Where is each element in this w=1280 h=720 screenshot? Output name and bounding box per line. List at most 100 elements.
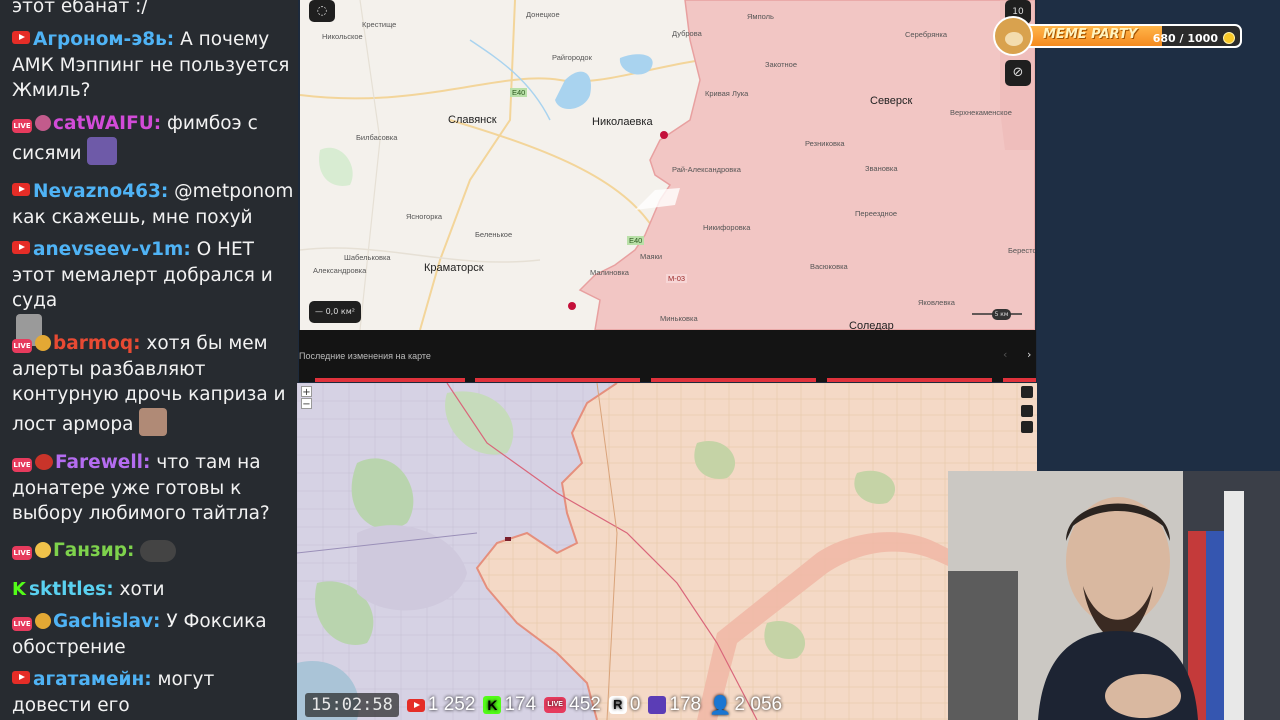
village-label: Александровка (313, 266, 367, 275)
sticker-icon (87, 136, 118, 165)
chat-message: Nevazno463: @metponom как скажешь, мне п… (12, 179, 294, 230)
zoom-in-button[interactable]: + (301, 386, 312, 398)
total-count: 2 056 (734, 694, 783, 715)
fullscreen-icon[interactable] (1021, 421, 1033, 433)
road-label: E40 (627, 236, 645, 245)
chat-author: Ганзир: (53, 540, 135, 561)
map-canvas (297, 383, 1037, 720)
village-label: Крестище (362, 20, 397, 29)
avatar-emoji-icon (35, 542, 51, 558)
chat-author: anevseev-v1m: (33, 239, 191, 260)
village-label: Верхнекаменское (950, 108, 1012, 117)
village-label: Закотное (765, 60, 797, 69)
trovo-count: 178 (669, 694, 702, 715)
recent-change-card[interactable] (315, 378, 465, 382)
chat-author: catWAIFU: (53, 113, 162, 134)
city-label: Северск (870, 95, 913, 107)
trovo-icon (648, 696, 667, 714)
village-label: Яковлевка (918, 298, 955, 307)
rutube-icon: R (608, 696, 627, 714)
total-viewers: 👤 2 056 (709, 694, 782, 716)
kick-icon: K (483, 696, 502, 714)
village-label: Васюковка (810, 262, 848, 271)
village-label: Рай-Александровка (672, 165, 741, 174)
village-label: Малиновка (590, 268, 629, 277)
village-label: Маяки (640, 252, 663, 261)
village-label: Ясногорка (406, 212, 443, 221)
chat-author: Агроном-э8ь: (33, 29, 175, 50)
eyes-emote-icon (140, 540, 177, 562)
webcam-feed (948, 471, 1280, 720)
coin-icon (1223, 32, 1235, 44)
chat-message: LIVE Farewell: что там на донатере уже го… (12, 450, 294, 527)
city-label: Краматорск (424, 262, 484, 274)
next-arrow-icon[interactable]: › (1027, 348, 1031, 361)
chat-message: Ksktltles: хоти (12, 577, 294, 603)
meme-party-title: MEME PARTY (1043, 27, 1138, 42)
recent-change-card[interactable] (827, 378, 992, 382)
chat-message-text: этот ебанат :/ (12, 0, 148, 17)
ruler-icon[interactable] (1021, 405, 1033, 417)
youtube-icon (12, 183, 30, 196)
zoom-out-button[interactable]: − (301, 398, 312, 410)
stream-clock: 15:02:58 (305, 693, 399, 717)
chat-message: LIVE catWAIFU: фимбоэ с сисями (12, 111, 294, 166)
recent-changes-bar: Последние изменения на карте ‹ › (299, 330, 1036, 382)
chat-author: sktltles: (28, 579, 114, 600)
layers-button[interactable]: ◌ (309, 0, 335, 22)
youtube-icon (12, 671, 30, 684)
village-label: Билбасовка (356, 133, 398, 142)
chat-message: этот ебанат :/ (12, 0, 294, 20)
recent-change-card[interactable] (475, 378, 640, 382)
chat-message: LIVE barmoq: хотя бы мем алерты разбавляю… (12, 331, 294, 437)
road-label: M-03 (666, 274, 688, 283)
detailed-map[interactable]: + − (297, 383, 1037, 720)
village-label: Серебрянка (905, 30, 948, 39)
village-label: Райгородок (552, 53, 592, 62)
recent-changes-label: Последние изменения на карте (299, 351, 431, 361)
youtube-icon (406, 698, 425, 712)
avatar-emoji-icon (35, 613, 51, 629)
rutube-viewers: R0 (608, 694, 640, 716)
chat-message: Агроном-э8ь: А почему АМК Мэппинг не пол… (12, 27, 294, 104)
area-measure-button[interactable]: — 0,0 км² (309, 301, 361, 323)
vk-live-icon: LIVE (12, 546, 32, 560)
chat-author: barmoq: (53, 333, 141, 354)
stream-overlay: этот ебанат :/ Агроном-э8ь: А почему АМК… (0, 0, 1280, 720)
map-tool-icon[interactable] (1021, 386, 1033, 398)
avatar-emoji-icon (35, 335, 51, 351)
chat-author: Gachislav: (53, 611, 161, 632)
village-label: Звановка (865, 164, 898, 173)
vk-live-icon: LIVE (544, 697, 567, 713)
village-label: Шабельковка (344, 253, 391, 262)
chat-author: Nevazno463: (33, 181, 169, 202)
kick-count: 174 (504, 694, 537, 715)
village-label: Ямполь (747, 12, 774, 21)
youtube-viewers: 1 252 (406, 694, 475, 716)
road-label: E40 (510, 88, 528, 97)
compass-button[interactable]: ⊘ (1005, 60, 1031, 86)
kick-viewers: K 174 (483, 694, 536, 716)
recent-change-card[interactable] (1003, 378, 1036, 382)
village-label: Беленькое (475, 230, 513, 239)
recent-change-card[interactable] (651, 378, 816, 382)
avatar-emoji-icon (35, 115, 51, 131)
chat-author: агатамейн: (33, 669, 152, 690)
vk-viewers: LIVE 452 (544, 694, 601, 716)
viewer-stats-bar: 15:02:58 1 252 K 174 LIVE 452 R0 178 👤 2 05… (305, 691, 782, 719)
youtube-icon (12, 241, 30, 254)
chat-panel: этот ебанат :/ Агроном-э8ь: А почему АМК… (0, 0, 298, 720)
deepstate-map[interactable]: Славянск Николаевка Краматорск Северск С… (300, 0, 1035, 330)
youtube-icon (12, 31, 30, 44)
area-label: 0,0 км² (325, 307, 355, 316)
chat-message: LIVE Gachislav: У Фоксика обострение (12, 609, 294, 660)
village-label: Дуброва (672, 29, 702, 38)
meme-party-score: 680 / 1000 (1152, 32, 1218, 45)
person-icon: 👤 (709, 694, 732, 715)
prev-arrow-icon[interactable]: ‹ (1003, 348, 1007, 361)
doge-icon (993, 16, 1033, 56)
city-label: Николаевка (592, 116, 653, 128)
city-label: Соледар (849, 320, 894, 330)
vk-count: 452 (569, 694, 601, 715)
kick-icon: K (12, 579, 26, 600)
